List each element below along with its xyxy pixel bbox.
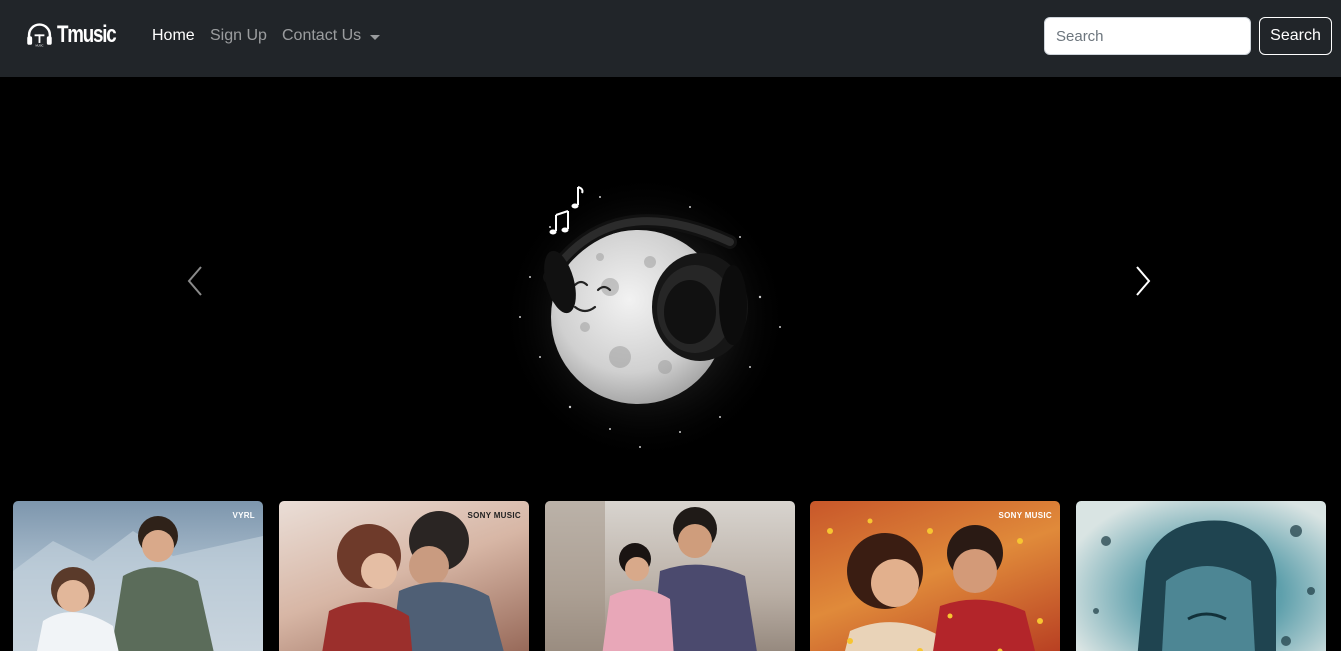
nav-contact-dropdown[interactable]: Contact Us: [282, 26, 381, 46]
headphones-logo-icon: MUSIC: [27, 23, 52, 48]
nav-signup-link[interactable]: Sign Up: [210, 26, 267, 46]
album-cover-image: [545, 501, 757, 651]
brand-link[interactable]: MUSIC Tmusic: [26, 15, 132, 55]
album-cover-image: [322, 511, 504, 651]
brand-logo-caption: MUSIC: [36, 45, 44, 48]
album-card-label: SONY MUSIC: [467, 511, 521, 520]
album-card-label: SONY MUSIC: [998, 511, 1052, 520]
album-card[interactable]: VYRL: [13, 501, 263, 651]
album-card-label: VYRL: [232, 511, 255, 520]
album-card[interactable]: [545, 501, 795, 651]
album-cover-image: [13, 516, 263, 651]
brand-name: Tmusic: [56, 21, 117, 48]
nav-contact-label: Contact Us: [282, 27, 362, 44]
navbar: MUSIC Tmusic Home Sign Up Contact Us Sea…: [0, 0, 1341, 77]
album-card[interactable]: SONY MUSIC: [810, 501, 1060, 651]
search-button[interactable]: Search: [1259, 17, 1332, 55]
search-input[interactable]: [1044, 17, 1251, 55]
carousel-next-button[interactable]: [1128, 263, 1158, 299]
chevron-right-icon: [1136, 266, 1151, 296]
chevron-left-icon: [187, 266, 202, 296]
caret-down-icon: [370, 34, 381, 40]
album-cover-image: [827, 518, 1043, 651]
album-card[interactable]: [1076, 501, 1326, 651]
nav-home-link[interactable]: Home: [152, 26, 195, 46]
hero-carousel: [0, 77, 1341, 501]
moon-headphones-image: [500, 172, 790, 462]
carousel-prev-button[interactable]: [180, 263, 210, 299]
album-card[interactable]: SONY MUSIC: [279, 501, 529, 651]
album-cover-image: [1093, 520, 1315, 651]
